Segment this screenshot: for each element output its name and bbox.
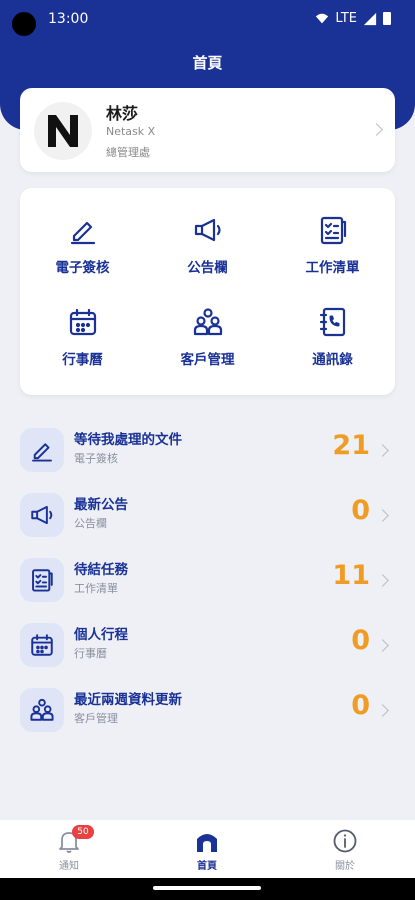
people-icon: [193, 308, 222, 336]
shortcut-label: 公告欄: [187, 260, 228, 276]
row-subtitle: 公告欄: [74, 517, 107, 530]
row-icon-container: [20, 688, 64, 732]
row-count: 0: [351, 690, 370, 721]
notification-badge: 50: [72, 825, 94, 839]
signal-icon: [363, 12, 377, 25]
profile-department: 總管理處: [106, 146, 150, 159]
shortcut-label: 行事曆: [62, 352, 103, 368]
row-subtitle: 工作清單: [74, 582, 118, 595]
row-title: 最近兩週資料更新: [74, 692, 182, 708]
shortcut-contacts[interactable]: 通訊錄: [270, 290, 395, 380]
status-time: 13:00: [48, 11, 89, 27]
camera-cutout: [12, 12, 36, 36]
summary-row-latest-announcements[interactable]: 最新公告 公告欄 0: [20, 487, 400, 543]
pen-icon: [70, 221, 95, 245]
page-title: 首頁: [192, 54, 223, 72]
row-title: 最新公告: [74, 497, 128, 513]
shortcut-e-signature[interactable]: 電子簽核: [20, 198, 145, 288]
summary-row-recent-updates[interactable]: 最近兩週資料更新 客戶管理 0: [20, 682, 400, 738]
chevron-right-icon: [376, 639, 389, 652]
row-count: 0: [351, 625, 370, 656]
shortcut-grid: 電子簽核 公告欄 工作清單 行事曆 客戶管理 通訊錄: [20, 188, 395, 395]
megaphone-icon: [194, 218, 221, 242]
nav-label: 首頁: [197, 861, 217, 872]
profile-name: 林莎: [106, 104, 139, 123]
checklist-icon: [320, 216, 346, 245]
nav-notifications[interactable]: 50 通知: [0, 820, 138, 878]
status-icons: LTE: [315, 11, 391, 26]
row-count: 21: [332, 430, 370, 461]
status-bar: 13:00 LTE: [0, 0, 415, 40]
shortcut-announcements[interactable]: 公告欄: [145, 198, 270, 288]
wifi-icon: [316, 13, 329, 23]
calendar-icon: [69, 308, 96, 336]
home-icon: [197, 834, 217, 852]
shortcut-task-list[interactable]: 工作清單: [270, 198, 395, 288]
shortcut-customer-management[interactable]: 客戶管理: [145, 290, 270, 380]
shortcut-label: 客戶管理: [180, 352, 235, 368]
row-icon-container: [20, 558, 64, 602]
pen-icon: [32, 443, 52, 462]
row-subtitle: 電子簽核: [74, 452, 118, 465]
avatar: [34, 102, 92, 160]
info-icon: [333, 829, 357, 853]
shortcut-calendar[interactable]: 行事曆: [20, 290, 145, 380]
nav-label: 通知: [59, 861, 79, 872]
nav-label: 關於: [335, 861, 355, 872]
megaphone-icon: [31, 505, 53, 525]
row-title: 等待我處理的文件: [74, 432, 182, 448]
row-icon-container: [20, 428, 64, 472]
shortcut-label: 工作清單: [305, 260, 360, 276]
checklist-icon: [32, 569, 53, 592]
network-type: LTE: [335, 11, 357, 26]
row-title: 待結任務: [74, 562, 128, 578]
summary-row-personal-schedule[interactable]: 個人行程 行事曆 0: [20, 617, 400, 673]
chevron-right-icon: [376, 444, 389, 457]
shortcut-label: 通訊錄: [312, 352, 353, 368]
calendar-icon: [31, 634, 53, 656]
chevron-right-icon: [376, 574, 389, 587]
row-subtitle: 客戶管理: [74, 712, 118, 725]
summary-row-open-tasks[interactable]: 待結任務 工作清單 11: [20, 552, 400, 608]
gesture-bar: [0, 878, 415, 900]
summary-row-pending-documents[interactable]: 等待我處理的文件 電子簽核 21: [20, 422, 400, 478]
profile-card[interactable]: 林莎 Netask X 總管理處: [20, 88, 395, 172]
home-gesture-handle[interactable]: [153, 886, 261, 890]
people-icon: [30, 698, 54, 721]
bottom-nav: 50 通知 首頁 關於: [0, 820, 415, 878]
battery-icon: [383, 12, 391, 25]
row-subtitle: 行事曆: [74, 647, 107, 660]
profile-company: Netask X: [106, 125, 156, 138]
company-logo-icon: [48, 115, 78, 147]
row-count: 0: [351, 495, 370, 526]
row-icon-container: [20, 493, 64, 537]
nav-about[interactable]: 關於: [276, 820, 414, 878]
row-title: 個人行程: [74, 627, 128, 643]
contacts-book-icon: [319, 307, 345, 337]
chevron-right-icon: [376, 704, 389, 717]
row-icon-container: [20, 623, 64, 667]
chevron-right-icon: [376, 509, 389, 522]
shortcut-label: 電子簽核: [55, 260, 110, 276]
row-count: 11: [332, 560, 370, 591]
chevron-right-icon: [370, 123, 383, 136]
nav-home[interactable]: 首頁: [138, 820, 276, 878]
